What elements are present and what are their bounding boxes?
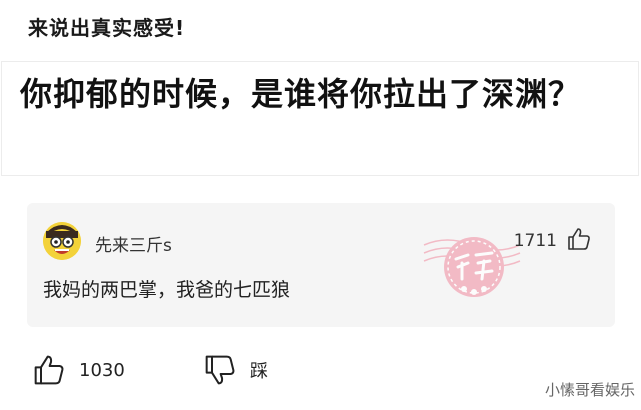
comment-username[interactable]: 先来三斤s — [95, 231, 172, 256]
question-title: 你抑郁的时候，是谁将你拉出了深渊？ — [20, 75, 582, 113]
thumbs-down-icon — [205, 355, 235, 385]
like-button[interactable]: 1030 — [33, 350, 125, 390]
shenping-badge-icon — [423, 237, 521, 297]
comment-body: 我妈的两巴掌，我爸的七匹狼 — [43, 279, 291, 301]
avatar-face-icon — [43, 222, 81, 260]
avatar[interactable] — [43, 222, 81, 260]
thumbs-up-icon[interactable] — [567, 227, 591, 251]
question-card: 你抑郁的时候，是谁将你拉出了深渊？ — [1, 61, 639, 176]
dislike-button[interactable]: 踩 — [204, 350, 268, 390]
like-count: 1030 — [79, 359, 125, 381]
thumbs-up-icon — [34, 355, 64, 385]
top-comment-card[interactable]: 先来三斤s 1711 我妈的两巴掌，我爸的七匹狼 — [27, 203, 615, 327]
dislike-label: 踩 — [250, 361, 268, 382]
comment-like-count: 1711 — [513, 231, 557, 251]
page-hint: 来说出真实感受! — [28, 16, 186, 40]
watermark: 小愫哥看娱乐 — [544, 381, 635, 399]
